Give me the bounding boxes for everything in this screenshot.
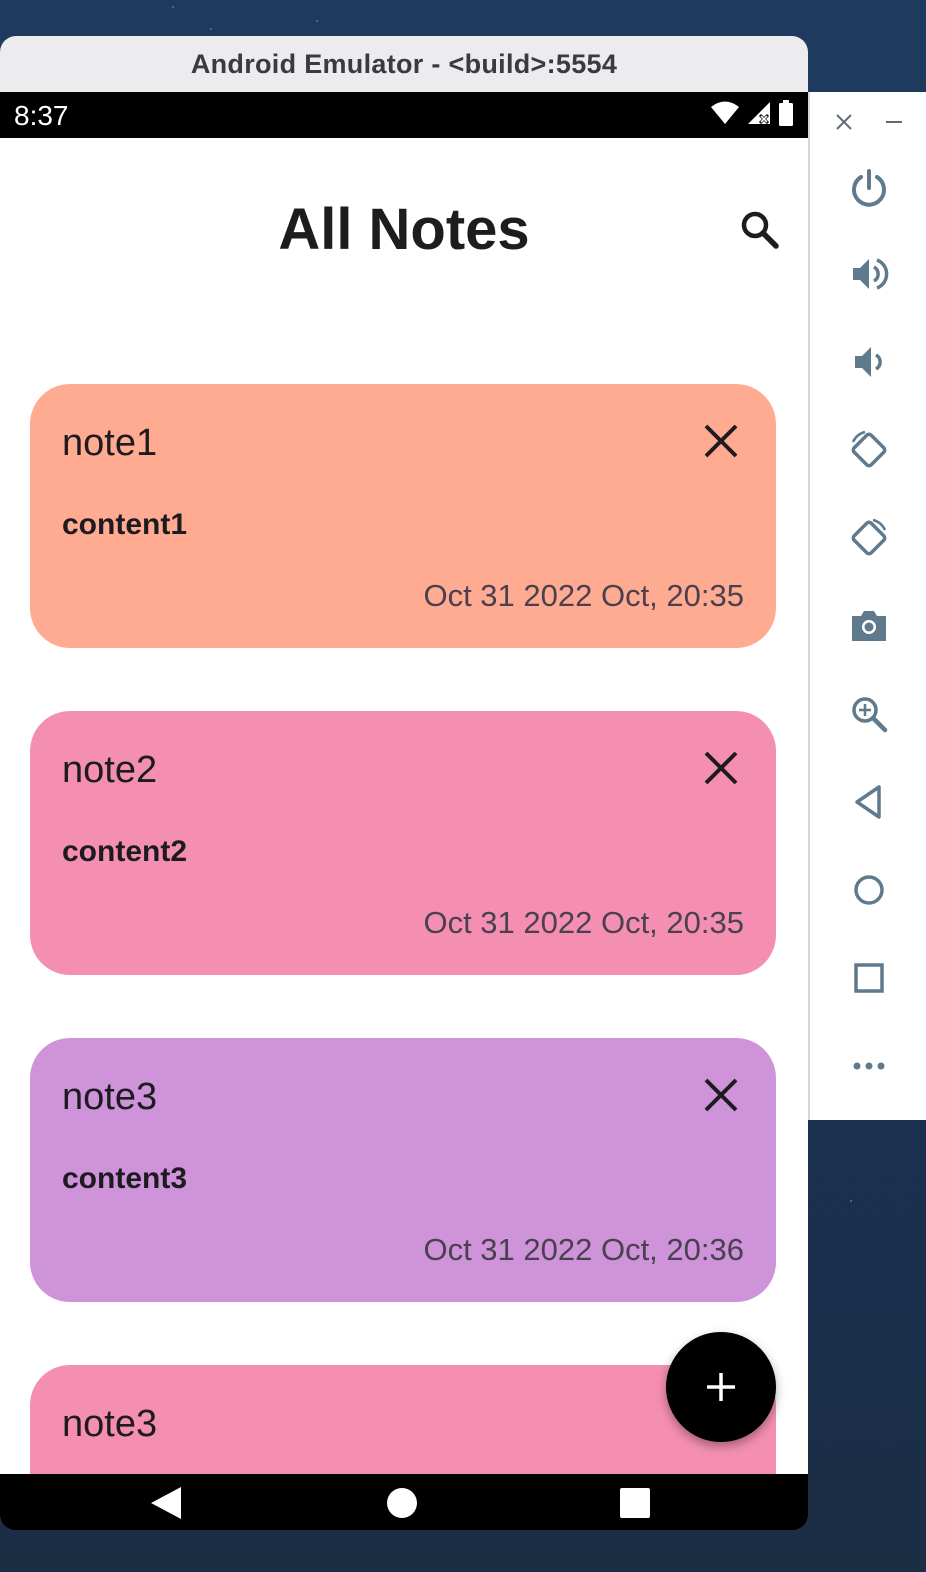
emulator-window: Android Emulator - <build>:5554 8:37 All…: [0, 36, 808, 1530]
close-icon[interactable]: [702, 422, 740, 460]
close-icon[interactable]: [836, 114, 852, 130]
note-content: content3: [62, 1162, 188, 1195]
note-card[interactable]: note2 content2 Oct 31 2022 Oct, 20:35: [30, 711, 776, 975]
plus-icon: [707, 1373, 735, 1401]
toolbar-window-controls: [810, 106, 926, 136]
note-date: Oct 31 2022 Oct, 20:36: [423, 1232, 744, 1267]
note-title: note3: [62, 1076, 158, 1118]
rotate-left-icon[interactable]: [849, 430, 889, 470]
window-titlebar[interactable]: Android Emulator - <build>:5554: [0, 36, 808, 92]
volume-up-icon[interactable]: [849, 254, 889, 294]
home-icon[interactable]: [386, 1487, 418, 1519]
add-note-button[interactable]: [666, 1332, 776, 1442]
navigation-bar: [0, 1474, 808, 1530]
note-content: content2: [62, 835, 188, 868]
back-icon[interactable]: [849, 782, 889, 822]
background-star: [210, 28, 212, 30]
note-title: note1: [62, 422, 158, 464]
camera-icon[interactable]: [849, 606, 889, 646]
note-card[interactable]: note1 content1 Oct 31 2022 Oct, 20:35: [30, 384, 776, 648]
window-title: Android Emulator - <build>:5554: [190, 48, 618, 79]
close-icon[interactable]: [702, 1076, 740, 1114]
status-bar: 8:37: [0, 92, 808, 138]
note-card[interactable]: note3 content3 Oct 31 2022 Oct, 20:36: [30, 1038, 776, 1302]
status-time: 8:37: [14, 100, 69, 131]
page-title: All Notes: [278, 197, 530, 262]
more-icon[interactable]: [849, 1046, 889, 1086]
note-date: Oct 31 2022 Oct, 20:35: [423, 905, 744, 940]
wifi-icon: [711, 101, 739, 124]
overview-icon[interactable]: [849, 958, 889, 998]
note-card[interactable]: note3: [30, 1365, 776, 1474]
note-content: content1: [62, 508, 188, 541]
signal-icon: [748, 102, 770, 125]
note-title: note3: [62, 1403, 158, 1445]
background-star: [850, 1200, 852, 1202]
rotate-right-icon[interactable]: [849, 518, 889, 558]
app-screen: All Notes note1 content1 Oct 31 2022 Oct…: [0, 138, 808, 1474]
power-icon[interactable]: [849, 168, 889, 208]
close-icon[interactable]: [702, 749, 740, 787]
background-star: [316, 20, 318, 22]
volume-down-icon[interactable]: [849, 342, 889, 382]
note-date: Oct 31 2022 Oct, 20:35: [423, 578, 744, 613]
status-icons: [710, 100, 794, 126]
note-title: note2: [62, 749, 158, 791]
search-icon[interactable]: [738, 208, 782, 252]
home-icon[interactable]: [849, 870, 889, 910]
minimize-icon[interactable]: [886, 120, 902, 124]
battery-icon: [779, 100, 793, 126]
emulator-toolbar: [808, 92, 926, 1120]
back-icon[interactable]: [148, 1486, 184, 1520]
zoom-icon[interactable]: [849, 694, 889, 734]
background-star: [172, 6, 174, 8]
overview-icon[interactable]: [620, 1488, 650, 1518]
